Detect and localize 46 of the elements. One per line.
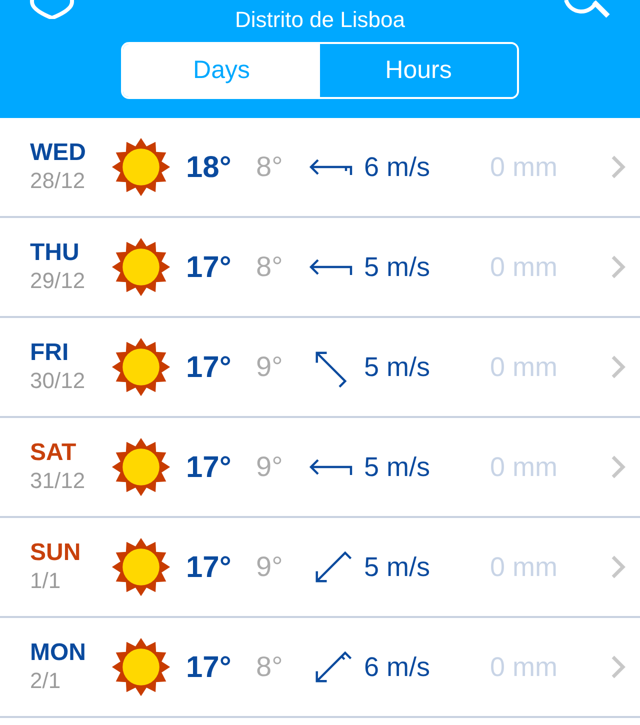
sun-icon bbox=[110, 536, 172, 598]
low-temperature: 8° bbox=[256, 250, 284, 284]
high-temperature: 17° bbox=[186, 350, 232, 386]
sun-icon bbox=[110, 136, 172, 198]
day-date: 28/12 bbox=[30, 167, 86, 195]
day-name: WED bbox=[30, 139, 87, 167]
wind-speed: 6 m/s bbox=[364, 650, 432, 684]
low-temperature: 9° bbox=[256, 550, 284, 584]
low-temperature: 9° bbox=[256, 450, 284, 484]
location-title: Distrito de Lisboa bbox=[235, 8, 405, 32]
day-name: THU bbox=[30, 239, 80, 267]
search-icon[interactable] bbox=[562, 0, 612, 18]
low-temperature: 8° bbox=[256, 150, 284, 184]
chevron-right-icon[interactable] bbox=[610, 654, 626, 680]
sun-icon bbox=[110, 236, 172, 298]
sun-icon bbox=[110, 636, 172, 698]
high-temperature: 18° bbox=[186, 150, 232, 186]
chevron-right-icon[interactable] bbox=[610, 254, 626, 280]
shield-icon[interactable] bbox=[28, 0, 76, 19]
sun-icon bbox=[110, 436, 172, 498]
wind-speed: 5 m/s bbox=[364, 550, 432, 584]
wind-speed: 5 m/s bbox=[364, 450, 432, 484]
wind-speed: 5 m/s bbox=[364, 250, 432, 284]
day-date: 30/12 bbox=[30, 367, 86, 395]
day-date: 29/12 bbox=[30, 267, 86, 295]
day-date: 31/12 bbox=[30, 467, 86, 495]
low-temperature: 8° bbox=[256, 650, 284, 684]
wind-speed: 5 m/s bbox=[364, 350, 432, 384]
high-temperature: 17° bbox=[186, 650, 232, 686]
day-name: FRI bbox=[30, 339, 70, 367]
day-name: SAT bbox=[30, 439, 78, 467]
tab[interactable]: Days bbox=[123, 44, 320, 97]
chevron-right-icon[interactable] bbox=[610, 354, 626, 380]
day-name: SUN bbox=[30, 539, 82, 567]
chevron-right-icon[interactable] bbox=[610, 554, 626, 580]
high-temperature: 17° bbox=[186, 450, 232, 486]
wind-speed: 6 m/s bbox=[364, 150, 432, 184]
chevron-right-icon[interactable] bbox=[610, 454, 626, 480]
day-name: MON bbox=[30, 639, 87, 667]
low-temperature: 9° bbox=[256, 350, 284, 384]
sun-icon bbox=[110, 336, 172, 398]
high-temperature: 17° bbox=[186, 550, 232, 586]
day-date: 1/1 bbox=[30, 567, 62, 595]
high-temperature: 17° bbox=[186, 250, 232, 286]
day-date: 2/1 bbox=[30, 667, 62, 695]
chevron-right-icon[interactable] bbox=[610, 154, 626, 180]
